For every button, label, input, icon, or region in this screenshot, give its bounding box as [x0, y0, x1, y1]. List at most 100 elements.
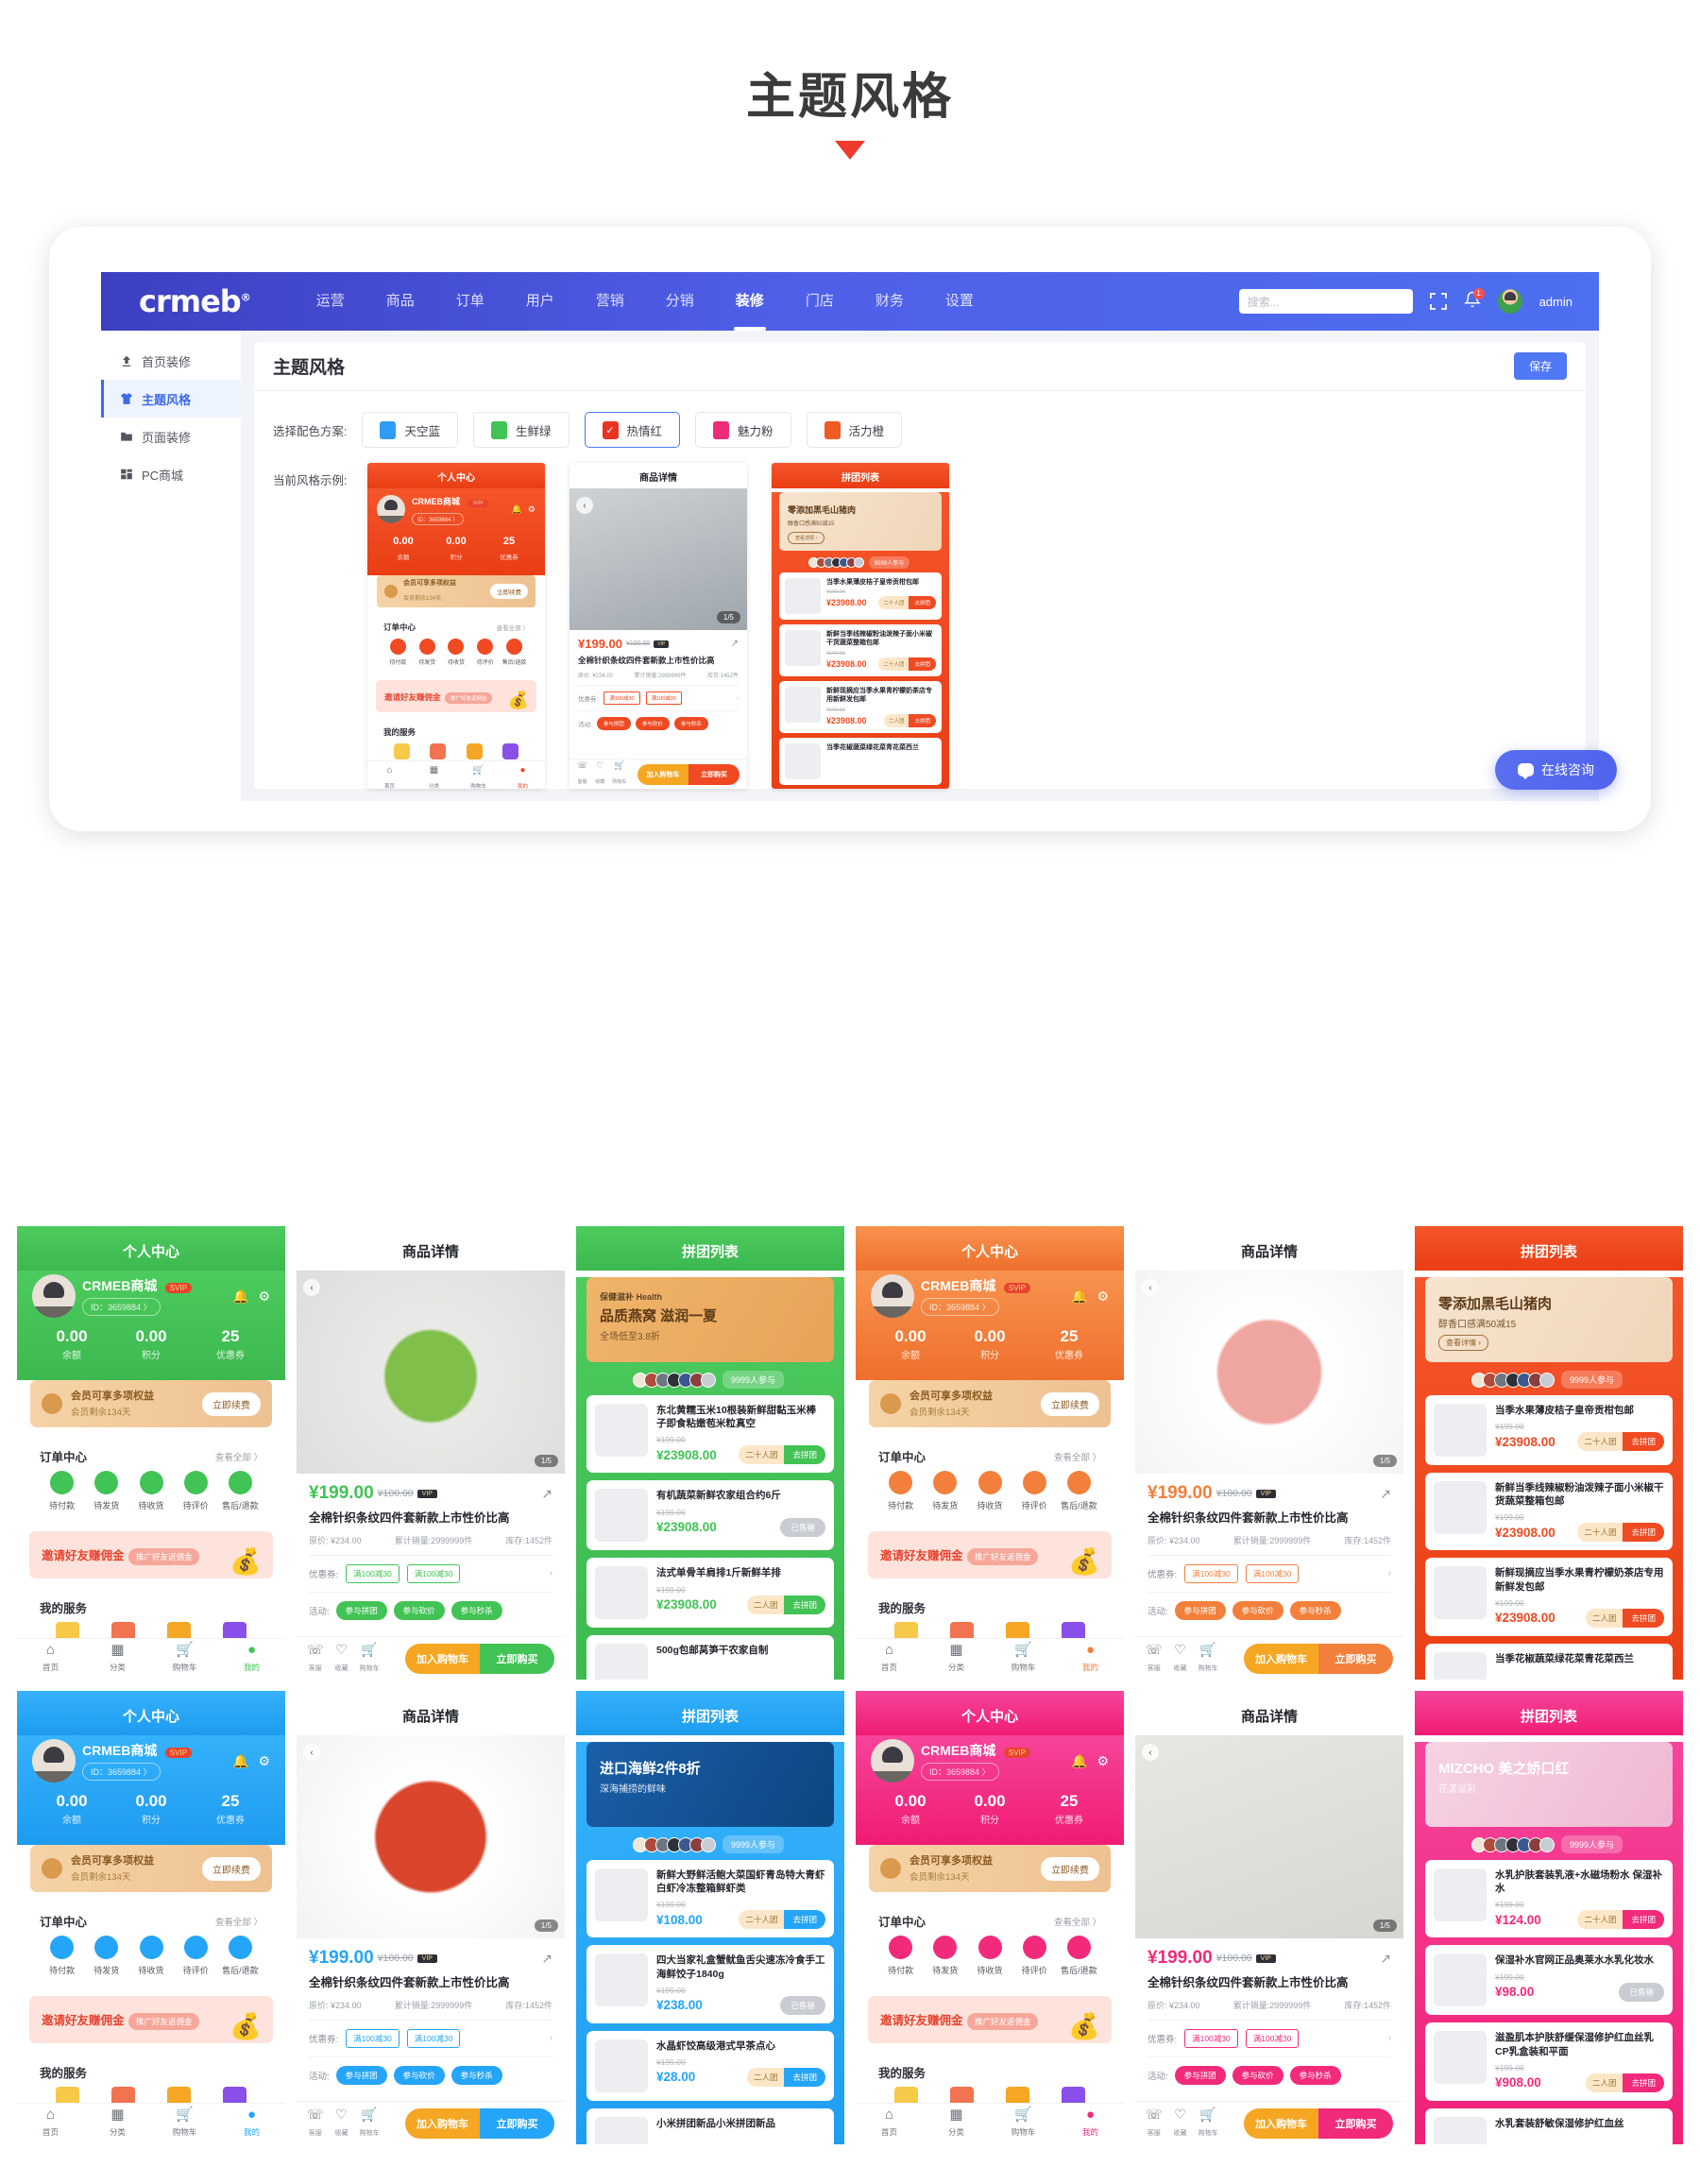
tabbar-item-0[interactable]: ⌂ 首页 — [367, 761, 412, 789]
order-status-1[interactable]: 待发货 — [413, 639, 442, 666]
gallery-cell-user_center-green[interactable]: 个人中心 CRMEB商城 SVIP ID：3659884 〉 🔔 ⚙ 0.00 … — [17, 1226, 285, 1680]
preview-group-list[interactable]: 拼团列表 零添加黑毛山猪肉 醇香口感满50减15 查看详情 › 9999人参与 … — [772, 463, 949, 789]
tabbar-item-1[interactable]: ▦ 分类 — [923, 2104, 990, 2144]
gallery-cell-product_detail-blue[interactable]: 商品详情 ‹ 1/5 ¥199.00 ¥100.00 VIP ↗ 全棉针织条纹四… — [297, 1691, 565, 2144]
group-item-1[interactable]: 四大当家礼盒蟹鱿鱼舌尖速冻冷食手工海鲜饺子1840g ¥199.00 ¥238.… — [586, 1945, 834, 2023]
renew-button[interactable]: 立即续费 — [1041, 1856, 1099, 1881]
promo-banner[interactable]: 进口海鲜2件8折 深海捕捞的鲜味 — [586, 1742, 834, 1827]
share-icon[interactable]: ↗ — [1380, 1486, 1391, 1502]
product-image[interactable]: ‹ 1/5 — [570, 488, 747, 630]
group-item-1[interactable]: 新鲜当季线辣椒粉油泼辣子面小米椒干货蔬菜整箱包邮 ¥199.00 ¥23908.… — [779, 624, 942, 676]
user-id[interactable]: ID：3659884 〉 — [82, 1763, 161, 1781]
gallery-cell-user_center-pink[interactable]: 个人中心 CRMEB商城 SVIP ID：3659884 〉 🔔 ⚙ 0.00 … — [856, 1691, 1124, 2144]
view-all-link[interactable]: 查看全部 〉 — [1054, 1450, 1101, 1463]
stat-0[interactable]: 0.00 余额 — [871, 1327, 950, 1363]
back-arrow-icon[interactable]: ‹ — [303, 1279, 320, 1296]
buy-now-button[interactable]: 立即购买 — [1318, 2107, 1393, 2139]
order-status-2[interactable]: 待收货 — [128, 1936, 173, 1976]
scheme-option-2[interactable]: 热情红 — [584, 412, 681, 448]
group-item-1[interactable]: 有机蔬菜新鲜农家组合约6斤 ¥199.00 ¥23908.00 已售罄 — [586, 1480, 834, 1551]
group-item-2[interactable]: 新鲜现摘应当季水果青柠檬奶茶店专用新鲜发包邮 ¥199.00 ¥23908.00… — [1425, 1558, 1673, 1636]
action-2[interactable]: 🛒 购物车 — [360, 2107, 380, 2140]
invite-banner[interactable]: 邀请好友赚佣金 推广好友返佣金 💰 — [868, 1531, 1112, 1578]
gear-icon[interactable]: ⚙ — [1096, 1753, 1109, 1769]
save-button[interactable]: 保存 — [1513, 352, 1567, 380]
buy-button-group[interactable]: 加入购物车 立即购买 — [405, 2107, 554, 2139]
add-to-cart-button[interactable]: 加入购物车 — [1244, 2107, 1318, 2139]
order-status-2[interactable]: 待收货 — [128, 1471, 173, 1511]
buy-now-button[interactable]: 立即购买 — [480, 2107, 554, 2139]
product-image[interactable]: ‹ 1/5 — [297, 1735, 565, 1938]
order-status-0[interactable]: 待付款 — [40, 1471, 84, 1511]
stat-2[interactable]: 25 优惠券 — [1029, 1327, 1109, 1363]
chevron-right-icon[interactable]: › — [737, 695, 739, 702]
action-1[interactable]: ♡ 收藏 — [335, 2107, 348, 2140]
gallery-cell-group_list-green[interactable]: 拼团列表 保健滋补 Health 品质燕窝 滋润一夏 全场低至3.8折 9999… — [576, 1226, 844, 1680]
user-avatar[interactable] — [32, 1274, 76, 1318]
group-item-0[interactable]: 当季水果薄皮桔子皇帝贡柑包邮 ¥199.00 ¥23908.00 二十人团 去拼… — [779, 572, 942, 620]
action-2[interactable]: 🛒 购物车 — [360, 1642, 380, 1675]
back-arrow-icon[interactable]: ‹ — [576, 497, 593, 514]
tabbar-item-1[interactable]: ▦ 分类 — [923, 1639, 990, 1680]
activity-tag-1[interactable]: 参与砍价 — [1232, 2065, 1284, 2085]
renew-button[interactable]: 立即续费 — [490, 584, 528, 599]
tabbar-item-2[interactable]: 🛒 购物车 — [151, 2104, 218, 2144]
promo-banner[interactable]: 零添加黑毛山猪肉 醇香口感满50减15 查看详情 › — [779, 492, 942, 551]
topnav-item-0[interactable]: 运营 — [296, 272, 366, 331]
bell-icon[interactable]: 🔔 — [1071, 1753, 1087, 1769]
group-item-2[interactable]: 法式单骨羊肩排1斤新鲜羊排 ¥199.00 ¥23908.00 二人团 去拼团 — [586, 1558, 834, 1629]
stat-1[interactable]: 0.00 积分 — [111, 1327, 191, 1363]
coupon-tag-1[interactable]: 满100减30 — [1245, 1563, 1300, 1583]
activity-tag-1[interactable]: 参与砍价 — [1232, 1600, 1284, 1620]
topnav-item-4[interactable]: 营销 — [575, 272, 645, 331]
member-banner[interactable]: 会员可享多项权益 会员剩余134天 立即续费 — [869, 1380, 1111, 1427]
group-item-3[interactable]: 当季花椒蔬菜绿花菜青花菜西兰 — [1425, 1643, 1673, 1680]
bell-icon[interactable]: 🔔 — [1071, 1288, 1087, 1305]
back-arrow-icon[interactable]: ‹ — [303, 1744, 320, 1761]
preview-user-center[interactable]: 个人中心 CRMEB商城 SVIP ID：3659884 〉 🔔 ⚙ 0.00 … — [367, 463, 545, 789]
user-id[interactable]: ID：3659884 〉 — [82, 1298, 161, 1316]
activity-tag-2[interactable]: 参与秒杀 — [1289, 2065, 1341, 2085]
member-banner[interactable]: 会员可享多项权益 会员剩余134天 立即续费 — [377, 575, 536, 607]
order-status-0[interactable]: 待付款 — [40, 1936, 84, 1976]
sidebar-item-0[interactable]: 首页装修 — [101, 342, 241, 380]
mock-tabbar[interactable]: ⌂ 首页 ▦ 分类 🛒 购物车 ● 我的 — [856, 1638, 1124, 1680]
stat-0[interactable]: 0.00 余额 — [32, 1327, 111, 1363]
tabbar-item-0[interactable]: ⌂ 首页 — [856, 1639, 923, 1680]
view-all-link[interactable]: 查看全部 〉 — [497, 623, 529, 632]
group-item-join-button[interactable]: 二人团 去拼团 — [1585, 2073, 1664, 2092]
coupon-tag-0[interactable]: 满100减30 — [1184, 2028, 1238, 2048]
mock-tabbar[interactable]: ⌂ 首页 ▦ 分类 🛒 购物车 ● 我的 — [17, 1638, 285, 1680]
coupon-tag-0[interactable]: 满100减30 — [346, 2028, 400, 2048]
promo-banner[interactable]: 零添加黑毛山猪肉 醇香口感满50减15 查看详情 › — [1425, 1277, 1673, 1362]
action-0[interactable]: ☏ 客服 — [577, 760, 587, 788]
gallery-cell-product_detail-green[interactable]: 商品详情 ‹ 1/5 ¥199.00 ¥100.00 VIP ↗ 全棉针织条纹四… — [297, 1226, 565, 1680]
action-1[interactable]: ♡ 收藏 — [595, 760, 604, 788]
group-item-3[interactable]: 500g包邮莴笋干农家自制 — [586, 1635, 834, 1680]
group-item-join-button[interactable]: 二十人团 去拼团 — [1577, 1910, 1664, 1930]
order-status-4[interactable]: 售后/退款 — [218, 1471, 263, 1511]
user-avatar[interactable] — [871, 1739, 914, 1783]
chevron-right-icon[interactable]: › — [1388, 2033, 1391, 2043]
member-banner[interactable]: 会员可享多项权益 会员剩余134天 立即续费 — [30, 1380, 272, 1427]
group-item-join-button[interactable]: 二人团 去拼团 — [883, 713, 936, 727]
tabbar-item-2[interactable]: 🛒 购物车 — [990, 2104, 1057, 2144]
tabbar-item-3[interactable]: ● 我的 — [1057, 2104, 1124, 2144]
order-status-4[interactable]: 售后/退款 — [1057, 1471, 1101, 1511]
gallery-cell-group_list-pink[interactable]: 拼团列表 MIZCHO 美之娇口红 花漾溢彩 9999人参与 水乳护肤套装乳液+… — [1415, 1691, 1683, 2144]
group-item-1[interactable]: 保湿补水官网正品奥莱水水乳化妆水 ¥199.00 ¥98.00 已售罄 — [1425, 1945, 1673, 2016]
share-icon[interactable]: ↗ — [541, 1951, 552, 1967]
activity-tag-2[interactable]: 参与秒杀 — [1289, 1600, 1341, 1620]
promo-banner[interactable]: MIZCHO 美之娇口红 花漾溢彩 — [1425, 1742, 1673, 1827]
tabbar-item-1[interactable]: ▦ 分类 — [84, 2104, 151, 2144]
tabbar-item-3[interactable]: ● 我的 — [218, 1639, 285, 1680]
banner-button[interactable]: 查看详情 › — [1438, 1335, 1488, 1351]
user-id[interactable]: ID：3659884 〉 — [412, 513, 465, 525]
user-avatar[interactable] — [32, 1739, 76, 1783]
action-0[interactable]: ☏ 客服 — [1146, 2107, 1163, 2140]
user-avatar[interactable] — [871, 1274, 914, 1318]
group-item-0[interactable]: 东北黄糯玉米10根装新鲜甜黏玉米棒子即食粘嫩苞米粒真空 ¥199.00 ¥239… — [586, 1395, 834, 1474]
renew-button[interactable]: 立即续费 — [1041, 1391, 1099, 1416]
add-to-cart-button[interactable]: 加入购物车 — [405, 2107, 480, 2139]
topnav-item-3[interactable]: 用户 — [505, 272, 575, 331]
